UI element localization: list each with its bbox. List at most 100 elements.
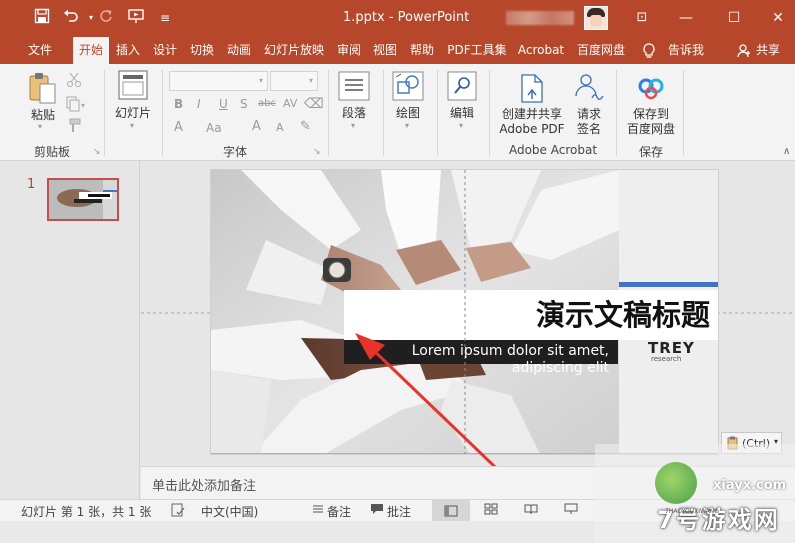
save-baidu-label-2[interactable]: 百度网盘 [622, 122, 680, 137]
slideshow-button[interactable] [564, 503, 578, 518]
logo-subtext: research [651, 355, 682, 363]
tab-pdf-tools[interactable]: PDF工具集 [444, 37, 510, 64]
slide-title[interactable]: 演示文稿标题 [344, 290, 710, 340]
drawing-label[interactable]: 绘图 [387, 106, 429, 121]
acrobat-group-label: Adobe Acrobat [508, 143, 598, 157]
clear-format-icon: ⌫ [304, 96, 324, 112]
normal-view-button[interactable] [432, 500, 470, 521]
ribbon-home: 粘贴 ▾ ▾ 剪贴板 ↘ 幻灯片 ▾ ▾ ▾ B I U S abc AV ⌫ … [0, 64, 795, 161]
close-button[interactable]: ✕ [760, 8, 795, 28]
italic-button: I [197, 97, 201, 111]
customize-toolbar-icon[interactable]: ≡ [154, 8, 176, 28]
tab-baidu-netdisk[interactable]: 百度网盘 [573, 37, 629, 64]
tab-view[interactable]: 视图 [369, 37, 401, 64]
request-signature-icon[interactable] [572, 72, 606, 105]
font-launcher-icon[interactable]: ↘ [313, 147, 321, 157]
tell-me-box[interactable]: 告诉我 [664, 37, 708, 64]
title-bar: ▾ ≡ 1.pptx - PowerPoint ⊡ — ☐ ✕ [0, 0, 795, 37]
watermark-logo-icon [655, 462, 697, 504]
clipboard-group-label: 剪贴板 [33, 145, 70, 159]
tab-help[interactable]: 帮助 [406, 37, 438, 64]
decrease-font-button: A [276, 121, 284, 134]
paste-label[interactable]: 粘贴 [27, 108, 59, 123]
underline-button: U [219, 97, 228, 111]
save-baidu-label-1[interactable]: 保存到 [622, 107, 680, 122]
clipboard-launcher-icon[interactable]: ↘ [93, 147, 101, 157]
highlight-icon: ✎ [300, 119, 311, 134]
drawing-icon[interactable] [392, 71, 424, 104]
paste-dropdown-icon[interactable]: ▾ [38, 122, 42, 131]
increase-font-button: A [252, 119, 261, 134]
request-sign-label-2[interactable]: 签名 [572, 122, 606, 137]
maximize-button[interactable]: ☐ [716, 8, 752, 28]
watermark-site: xiayx.com [713, 478, 787, 493]
notes-toggle[interactable]: 备注 [327, 503, 351, 520]
create-pdf-icon[interactable] [519, 74, 545, 107]
spell-check-icon[interactable] [171, 503, 185, 520]
share-icon[interactable] [736, 37, 752, 64]
slide-thumbnail[interactable] [47, 178, 119, 221]
lightbulb-icon[interactable] [640, 37, 658, 64]
tab-home[interactable]: 开始 [73, 37, 109, 64]
paste-icon[interactable] [28, 72, 58, 109]
ribbon-display-options-button[interactable]: ⊡ [624, 8, 660, 28]
save-group-label: 保存 [638, 145, 663, 159]
shadow-button: S [240, 97, 248, 111]
language-indicator[interactable]: 中文(中国) [201, 503, 258, 520]
avatar[interactable] [584, 6, 608, 30]
request-sign-label-1[interactable]: 请求 [572, 107, 606, 122]
undo-icon[interactable] [60, 8, 82, 28]
notes-placeholder: 单击此处添加备注 [152, 479, 257, 494]
bold-button: B [174, 97, 184, 111]
blurred-username [506, 11, 574, 25]
tab-animations[interactable]: 动画 [223, 37, 255, 64]
window-title: 1.pptx - PowerPoint [343, 10, 470, 25]
tab-transitions[interactable]: 切换 [186, 37, 218, 64]
start-from-beginning-icon[interactable] [125, 8, 147, 28]
watermark: xiayx.com 7号游戏网 7HAOYOUXIWANG [595, 444, 795, 543]
paragraph-icon[interactable] [338, 71, 370, 104]
new-slide-icon[interactable] [118, 70, 148, 103]
ribbon-tabs: 文件 开始 插入 设计 切换 动画 幻灯片放映 审阅 视图 帮助 PDF工具集 … [0, 37, 795, 64]
create-share-pdf-label-1[interactable]: 创建并共享 [496, 107, 568, 122]
new-slide-dropdown-icon[interactable]: ▾ [130, 121, 134, 130]
tab-file[interactable]: 文件 [19, 37, 61, 64]
reading-view-button[interactable] [524, 503, 538, 518]
change-case-button: Aa [206, 121, 222, 135]
drawing-dropdown-icon[interactable]: ▾ [405, 121, 409, 130]
svg-text:▾: ▾ [81, 101, 85, 110]
watermark-text: 7号游戏网 [657, 506, 780, 534]
tab-review[interactable]: 审阅 [333, 37, 365, 64]
tab-design[interactable]: 设计 [149, 37, 181, 64]
editing-dropdown-icon[interactable]: ▾ [459, 121, 463, 130]
slide-number: 1 [27, 177, 36, 192]
save-icon[interactable] [31, 8, 53, 28]
comments-icon[interactable] [370, 503, 384, 518]
paragraph-label[interactable]: 段落 [333, 106, 375, 121]
search-icon[interactable] [447, 71, 477, 104]
collapse-ribbon-icon[interactable]: ∧ [783, 146, 790, 157]
new-slide-label[interactable]: 幻灯片 [110, 106, 156, 121]
tab-slideshow[interactable]: 幻灯片放映 [260, 37, 328, 64]
font-size-combo: ▾ [270, 71, 318, 91]
paragraph-dropdown-icon[interactable]: ▾ [351, 121, 355, 130]
baidu-netdisk-icon[interactable] [637, 74, 665, 105]
editing-label[interactable]: 编辑 [441, 106, 483, 121]
format-painter-icon [66, 118, 82, 137]
font-color-button: A [174, 120, 183, 135]
font-name-combo: ▾ [169, 71, 268, 91]
share-button[interactable]: 共享 [753, 37, 783, 64]
font-group-label: 字体 [222, 145, 247, 159]
slide-canvas[interactable]: 演示文稿标题 Lorem ipsum dolor sit amet, adipi… [210, 169, 719, 455]
notes-icon[interactable] [312, 503, 324, 518]
comments-toggle[interactable]: 批注 [387, 503, 411, 520]
tab-insert[interactable]: 插入 [112, 37, 144, 64]
cut-icon [66, 72, 82, 91]
minimize-button[interactable]: — [668, 8, 704, 28]
slide-subtitle-line1[interactable]: Lorem ipsum dolor sit amet, [344, 342, 609, 360]
create-share-pdf-label-2[interactable]: Adobe PDF [496, 122, 568, 137]
slide-sorter-button[interactable] [484, 503, 498, 518]
copy-icon: ▾ [66, 96, 88, 115]
tab-acrobat[interactable]: Acrobat [514, 37, 568, 64]
slide-subtitle-line2[interactable]: adipiscing elit [344, 359, 609, 377]
